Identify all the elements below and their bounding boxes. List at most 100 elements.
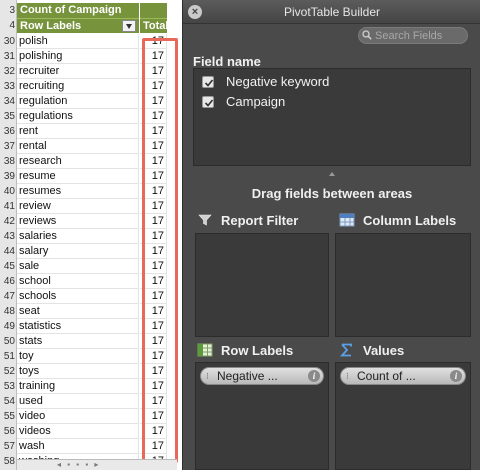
total-value-cell[interactable]: 17 [140,94,167,109]
total-value-cell[interactable]: 17 [140,439,167,454]
row-label-cell[interactable]: regulation [17,94,139,109]
row-label-cell[interactable]: school [17,274,139,289]
row-number[interactable]: 37 [0,139,17,154]
total-value-cell[interactable]: 17 [140,34,167,49]
row-number[interactable]: 31 [0,49,17,64]
values-drop-area[interactable]: ⁝ Count of ... i [335,362,471,470]
row-number[interactable]: 41 [0,199,17,214]
row-label-cell[interactable]: recruiting [17,79,139,94]
total-value-cell[interactable]: 17 [140,289,167,304]
total-value-cell[interactable]: 17 [140,349,167,364]
row-number[interactable]: 50 [0,334,17,349]
row-label-cell[interactable]: rent [17,124,139,139]
total-value-cell[interactable]: 17 [140,259,167,274]
total-value-cell[interactable]: 17 [140,379,167,394]
row-label-cell[interactable]: schools [17,289,139,304]
row-label-cell[interactable]: polish [17,34,139,49]
splitter-handle[interactable] [329,172,335,176]
total-value-cell[interactable]: 17 [140,304,167,319]
row-number[interactable]: 53 [0,379,17,394]
total-value-cell[interactable]: 17 [140,184,167,199]
row-number[interactable]: 4 [0,18,17,33]
row-number[interactable]: 33 [0,79,17,94]
row-label-cell[interactable]: seat [17,304,139,319]
row-label-cell[interactable]: training [17,379,139,394]
row-label-cell[interactable]: sale [17,259,139,274]
total-value-cell[interactable]: 17 [140,229,167,244]
total-value-cell[interactable]: 17 [140,334,167,349]
report-filter-drop-area[interactable] [195,233,329,337]
row-label-cell[interactable]: rental [17,139,139,154]
row-number[interactable]: 49 [0,319,17,334]
field-item-negative-keyword[interactable]: Negative keyword [202,73,462,91]
total-value-cell[interactable]: 17 [140,124,167,139]
row-number[interactable]: 36 [0,124,17,139]
row-label-cell[interactable]: resume [17,169,139,184]
row-number[interactable]: 51 [0,349,17,364]
row-label-cell[interactable]: videos [17,424,139,439]
total-value-cell[interactable]: 17 [140,79,167,94]
row-label-cell[interactable]: reviews [17,214,139,229]
row-number[interactable]: 48 [0,304,17,319]
row-label-cell[interactable]: salaries [17,229,139,244]
pivot-header-blank-cell[interactable] [140,3,167,18]
total-value-cell[interactable]: 17 [140,64,167,79]
total-value-cell[interactable]: 17 [140,244,167,259]
row-label-cell[interactable]: salary [17,244,139,259]
info-icon[interactable]: i [308,370,320,382]
total-value-cell[interactable]: 17 [140,109,167,124]
row-labels-drop-area[interactable]: ⁝ Negative ... i [195,362,329,470]
row-number[interactable]: 40 [0,184,17,199]
total-value-cell[interactable]: 17 [140,364,167,379]
row-number[interactable]: 45 [0,259,17,274]
row-number[interactable]: 35 [0,109,17,124]
row-label-cell[interactable]: wash [17,439,139,454]
total-value-cell[interactable]: 17 [140,154,167,169]
field-checkbox-negative-keyword[interactable] [202,76,214,88]
info-icon[interactable]: i [450,370,462,382]
row-number[interactable]: 38 [0,154,17,169]
values-field-pill[interactable]: ⁝ Count of ... i [340,367,466,385]
row-number[interactable]: 52 [0,364,17,379]
row-label-cell[interactable]: resumes [17,184,139,199]
total-value-cell[interactable]: 17 [140,139,167,154]
row-label-cell[interactable]: statistics [17,319,139,334]
row-number[interactable]: 46 [0,274,17,289]
field-item-campaign[interactable]: Campaign [202,93,462,111]
row-number[interactable]: 54 [0,394,17,409]
search-input[interactable] [375,28,465,43]
total-value-cell[interactable]: 17 [140,49,167,64]
row-number[interactable]: 32 [0,64,17,79]
row-number[interactable]: 57 [0,439,17,454]
total-value-cell[interactable]: 17 [140,199,167,214]
row-label-cell[interactable]: regulations [17,109,139,124]
row-number[interactable]: 42 [0,214,17,229]
row-label-cell[interactable]: toys [17,364,139,379]
search-field-box[interactable] [358,27,468,44]
row-label-cell[interactable]: used [17,394,139,409]
row-label-cell[interactable]: polishing [17,49,139,64]
row-number[interactable]: 47 [0,289,17,304]
row-label-cell[interactable]: stats [17,334,139,349]
builder-titlebar[interactable]: × PivotTable Builder [183,0,480,24]
total-value-cell[interactable]: 17 [140,274,167,289]
total-value-cell[interactable]: 17 [140,169,167,184]
total-value-cell[interactable]: 17 [140,214,167,229]
row-number[interactable]: 39 [0,169,17,184]
row-number[interactable]: 44 [0,244,17,259]
total-value-cell[interactable]: 17 [140,409,167,424]
row-number[interactable]: 56 [0,424,17,439]
row-number[interactable]: 58 [0,454,17,469]
row-labels-header[interactable]: Row Labels [17,18,139,33]
row-labels-field-pill[interactable]: ⁝ Negative ... i [200,367,324,385]
pivot-value-header[interactable]: Count of Campaign [17,3,139,18]
row-number[interactable]: 34 [0,94,17,109]
row-label-cell[interactable]: research [17,154,139,169]
row-labels-filter-dropdown[interactable] [122,20,136,32]
row-number[interactable]: 55 [0,409,17,424]
row-number[interactable]: 30 [0,34,17,49]
total-value-cell[interactable]: 17 [140,319,167,334]
row-label-cell[interactable]: toy [17,349,139,364]
total-header[interactable]: Total [140,18,168,33]
field-checkbox-campaign[interactable] [202,96,214,108]
